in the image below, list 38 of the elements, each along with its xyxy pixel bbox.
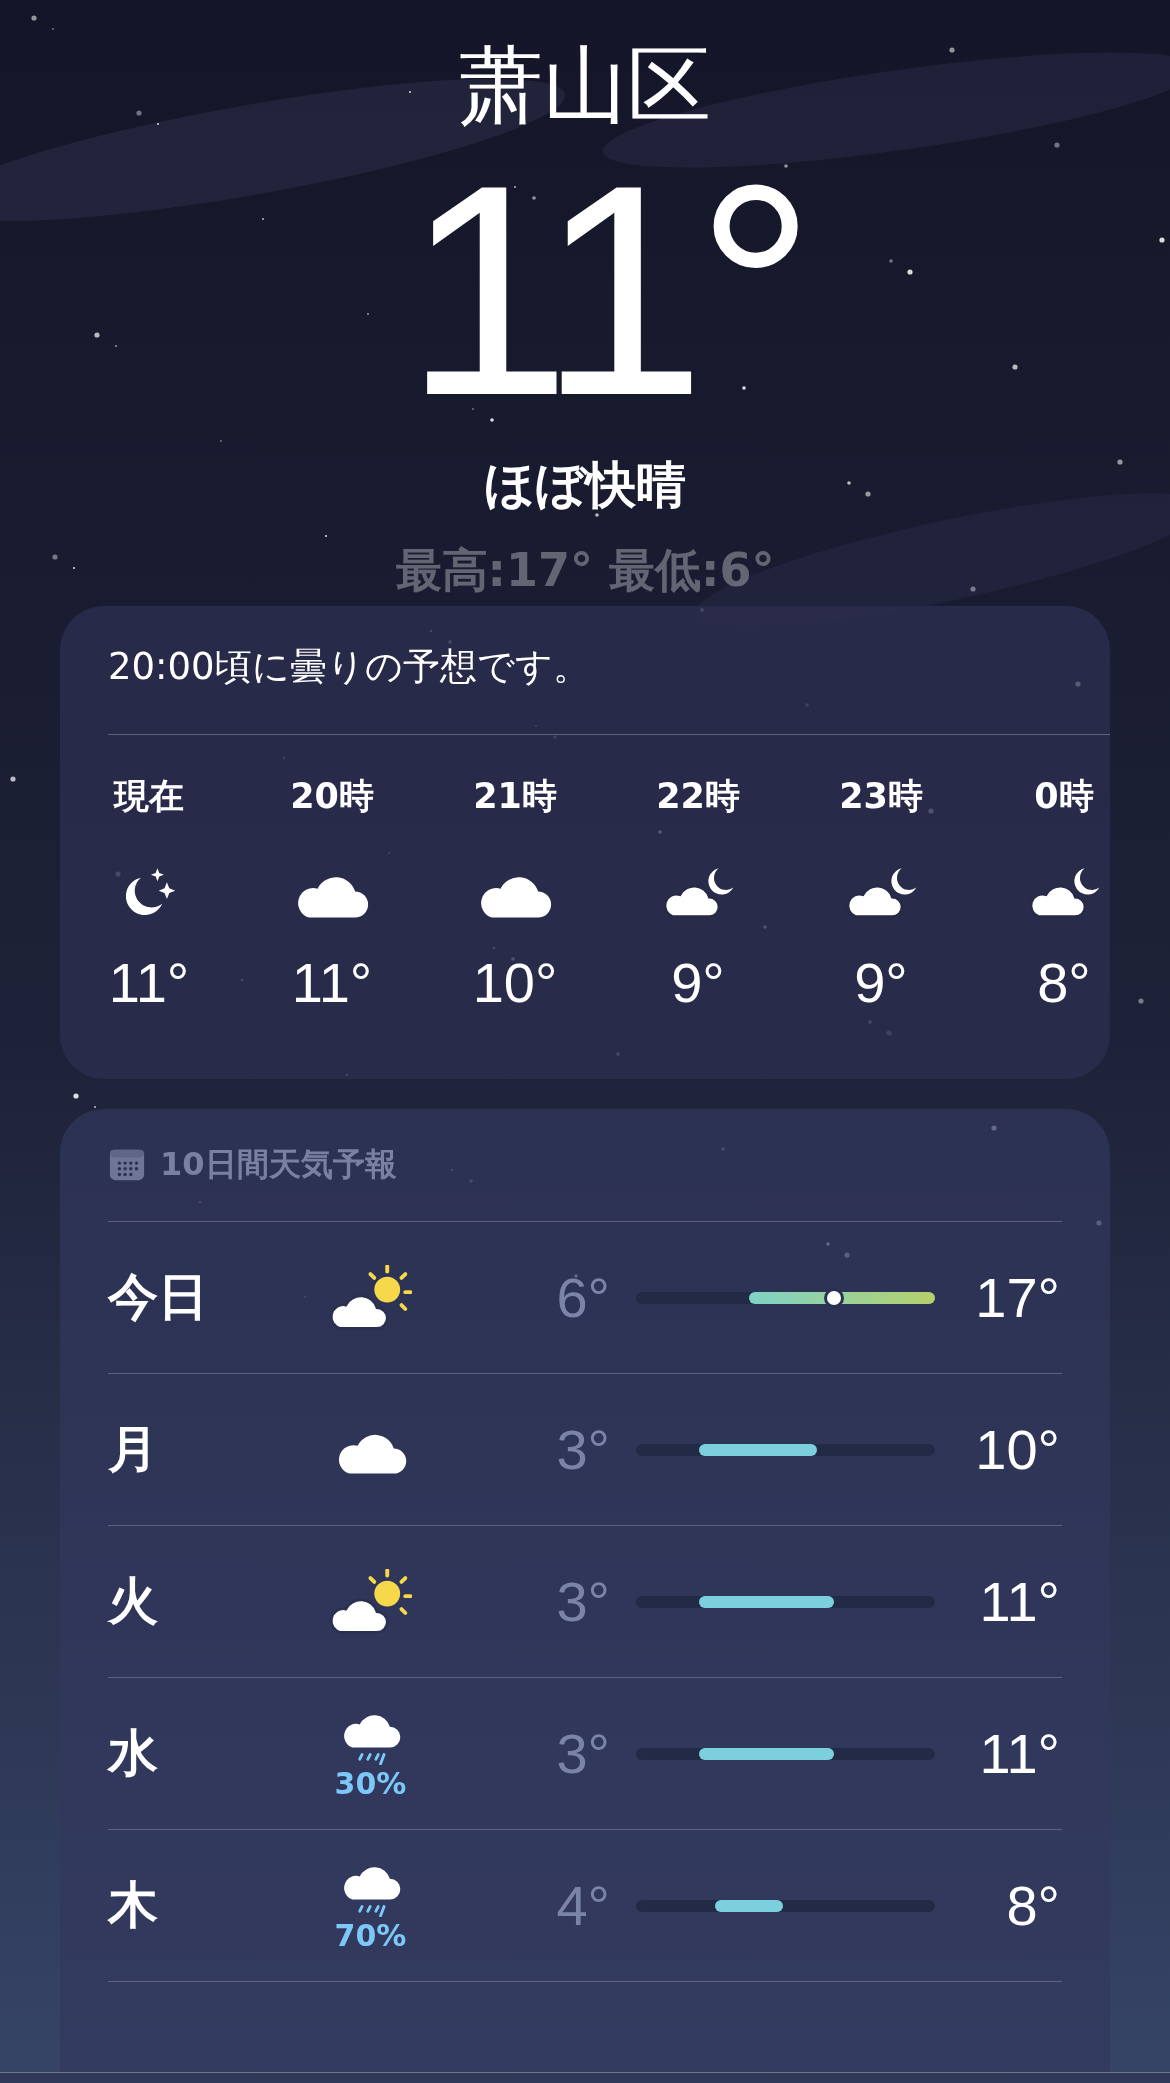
range-fill	[715, 1899, 783, 1912]
hour-label: 20時	[290, 775, 374, 818]
hour-temperature: 9°	[854, 951, 908, 1015]
hour-label: 22時	[656, 775, 740, 818]
high-temperature: 11°	[978, 1569, 1060, 1634]
hour-label: 現在	[114, 775, 184, 818]
day-label: 水	[108, 1723, 159, 1784]
cloud-sun-icon	[329, 1264, 412, 1331]
rain-chance: 30%	[334, 1766, 407, 1801]
hour-temperature: 8°	[1037, 951, 1091, 1015]
hour-temperature: 11°	[291, 951, 373, 1015]
high-temperature: 17°	[974, 1265, 1060, 1330]
low-temperature: 3°	[555, 1721, 610, 1786]
day-label: 火	[108, 1571, 159, 1632]
low-temperature: 4°	[555, 1873, 610, 1938]
low-temperature: 6°	[555, 1265, 610, 1330]
hour-temperature: 11°	[108, 951, 190, 1015]
cloud-sun-icon	[329, 1568, 412, 1635]
day-label: 今日	[108, 1267, 209, 1328]
hour-label: 0時	[1034, 775, 1094, 818]
high-temperature: 10°	[974, 1417, 1060, 1482]
day-label: 木	[108, 1875, 159, 1936]
city-name: 萧山区	[459, 35, 711, 136]
high-low-text: 最高:17° 最低:6°	[395, 542, 775, 599]
low-temperature: 3°	[555, 1417, 610, 1482]
hour-label: 23時	[839, 775, 923, 818]
low-temperature: 3°	[555, 1569, 610, 1634]
forecast-title: 10日間天気予報	[160, 1144, 397, 1185]
hour-temperature: 9°	[671, 951, 725, 1015]
hour-temperature: 10°	[472, 951, 558, 1015]
day-label: 月	[108, 1419, 159, 1480]
current-temperature: 11°	[403, 140, 806, 440]
hour-label: 21時	[473, 775, 557, 818]
high-temperature: 11°	[978, 1721, 1060, 1786]
rain-chance: 70%	[334, 1918, 407, 1953]
condition-text: ほぼ快晴	[484, 455, 686, 516]
high-temperature: 8°	[1005, 1873, 1060, 1938]
forecast-summary: 20:00頃に曇りの予想です。	[107, 644, 591, 690]
